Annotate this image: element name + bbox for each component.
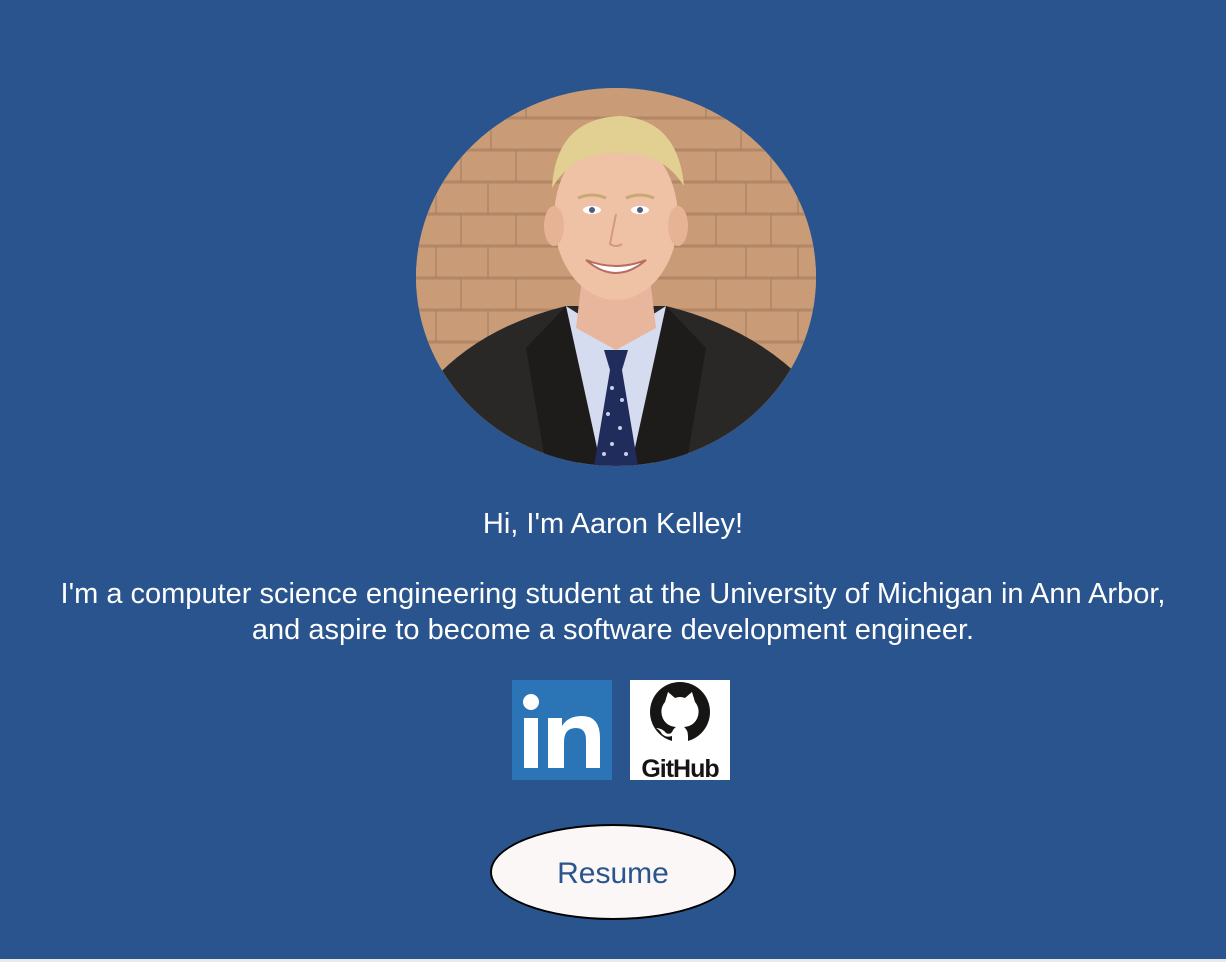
resume-button[interactable]: Resume <box>490 824 736 920</box>
page-background: Hi, I'm Aaron Kelley! I'm a computer sci… <box>0 0 1226 959</box>
linkedin-icon <box>512 680 612 780</box>
greeting-heading: Hi, I'm Aaron Kelley! <box>482 508 744 540</box>
linkedin-link[interactable] <box>512 680 612 780</box>
profile-photo <box>416 88 816 466</box>
github-icon: GitHub <box>630 680 730 780</box>
social-links: GitHub <box>512 680 732 780</box>
bio-text: I'm a computer science engineering stude… <box>60 578 1166 646</box>
github-link[interactable]: GitHub <box>630 680 730 780</box>
portrait-illustration <box>416 88 816 466</box>
github-wordmark: GitHub <box>641 755 719 780</box>
